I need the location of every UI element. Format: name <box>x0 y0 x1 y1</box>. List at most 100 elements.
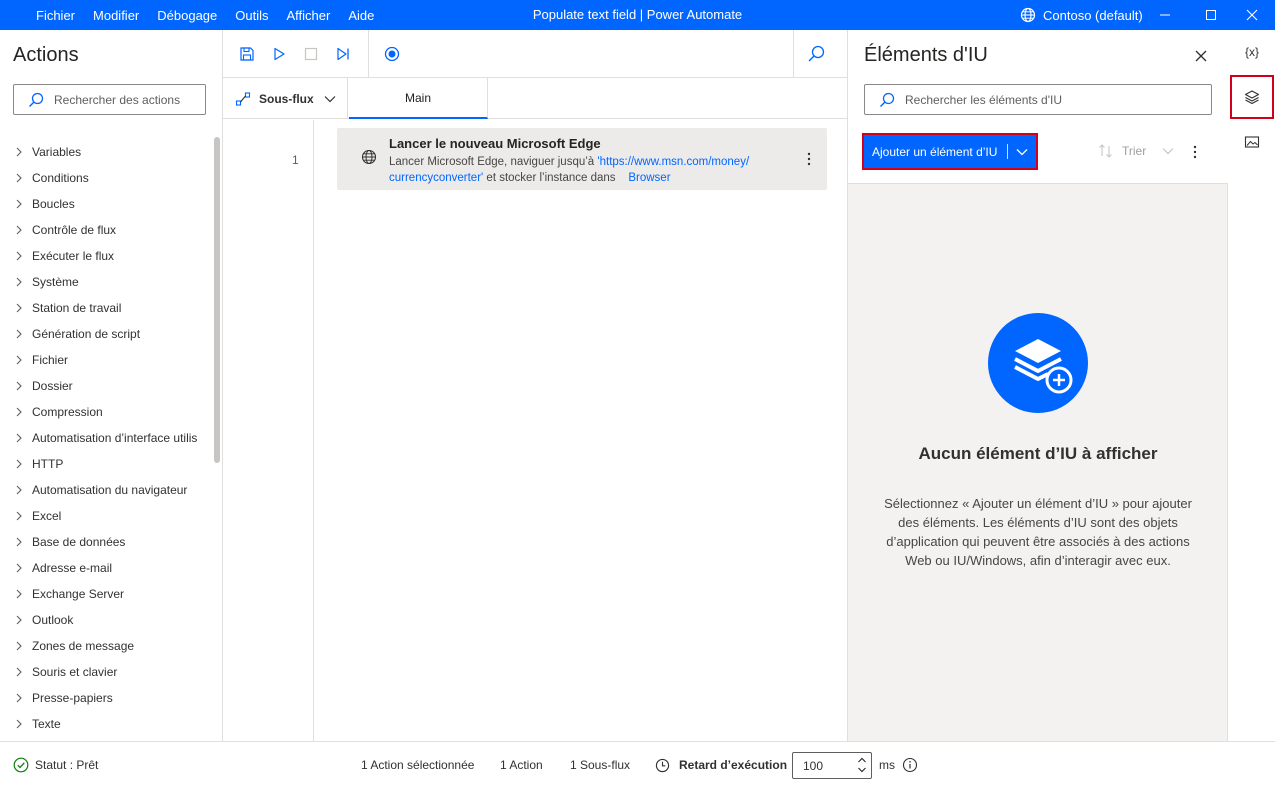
stop-button[interactable] <box>299 42 323 66</box>
variables-pane-button[interactable]: {x} <box>1230 30 1274 74</box>
action-category-item[interactable]: Boucles <box>0 191 212 217</box>
action-category-item[interactable]: Souris et clavier <box>0 659 212 685</box>
flow-editor: Sous-flux Main 1 Lancer le nouveau Micro… <box>223 30 848 741</box>
action-category-item[interactable]: HTTP <box>0 451 212 477</box>
subflows-dropdown[interactable]: Sous-flux <box>223 78 348 119</box>
action-category-item[interactable]: Génération de script <box>0 321 212 347</box>
chevron-right-icon <box>15 407 29 417</box>
action-category-label: Presse-papiers <box>32 691 113 705</box>
add-ui-element-button[interactable]: Ajouter un élément d’IU <box>862 133 1038 170</box>
action-category-item[interactable]: Automatisation d’interface utilis <box>0 425 212 451</box>
flow-status: Statut : Prêt <box>13 742 98 788</box>
run-delay-input[interactable]: 100 <box>792 752 872 779</box>
save-icon <box>240 47 254 61</box>
action-step-url-part2: currencyconverter' <box>389 172 484 184</box>
action-step-url-part1: 'https://www.msn.com/money/ <box>597 156 750 168</box>
check-circle-icon <box>13 757 29 773</box>
action-category-label: Fichier <box>32 353 69 367</box>
tab-main[interactable]: Main <box>349 78 488 119</box>
action-category-item[interactable]: Système <box>0 269 212 295</box>
action-category-item[interactable]: Conditions <box>0 165 212 191</box>
close-icon <box>1195 50 1207 62</box>
account-switcher[interactable]: Contoso (default) <box>1020 0 1143 30</box>
ui-elements-header: Éléments d'IU Rechercher les éléments d'… <box>848 30 1228 184</box>
info-icon <box>902 757 918 773</box>
action-category-item[interactable]: Contrôle de flux <box>0 217 212 243</box>
action-category-item[interactable]: Station de travail <box>0 295 212 321</box>
add-ui-element-label: Ajouter un élément d’IU <box>872 144 998 159</box>
variables-icon: {x} <box>1244 45 1259 59</box>
ui-elements-pane-button[interactable] <box>1230 75 1274 119</box>
action-category-label: Zones de message <box>32 639 135 653</box>
search-flow-button[interactable] <box>804 42 828 66</box>
run-next-action-button[interactable] <box>331 42 355 66</box>
chevron-down-icon[interactable] <box>857 765 867 775</box>
action-category-item[interactable]: Variables <box>0 139 212 165</box>
run-delay-info-button[interactable] <box>902 742 918 788</box>
ui-elements-panel: Éléments d'IU Rechercher les éléments d'… <box>848 30 1228 741</box>
action-category-label: HTTP <box>32 457 64 471</box>
status-text: Statut : Prêt <box>35 758 99 772</box>
actions-scrollbar[interactable] <box>214 137 220 463</box>
action-category-item[interactable]: Automatisation du navigateur <box>0 477 212 503</box>
search-icon <box>880 92 895 107</box>
record-button[interactable] <box>380 42 404 66</box>
action-category-item[interactable]: Base de données <box>0 529 212 555</box>
chevron-right-icon <box>15 667 29 677</box>
action-category-item[interactable]: Outlook <box>0 607 212 633</box>
action-step-card[interactable]: Lancer le nouveau Microsoft Edge Lancer … <box>337 128 827 190</box>
menu-edit[interactable]: Modifier <box>93 8 139 23</box>
chevron-up-icon[interactable] <box>857 755 867 765</box>
action-category-item[interactable]: Presse-papiers <box>0 685 212 711</box>
run-button[interactable] <box>267 42 291 66</box>
ui-elements-title: Éléments d'IU <box>864 44 988 66</box>
empty-state-layers-add-icon <box>988 313 1088 413</box>
action-category-item[interactable]: Compression <box>0 399 212 425</box>
sort-button[interactable]: Trier <box>1098 143 1182 159</box>
ui-elements-more-button[interactable] <box>1187 140 1203 164</box>
close-panel-button[interactable] <box>1191 46 1211 66</box>
chevron-right-icon <box>15 147 29 157</box>
chevron-right-icon <box>15 433 29 443</box>
action-step-more-button[interactable] <box>801 148 817 170</box>
actions-search-input[interactable]: Rechercher des actions <box>13 84 206 115</box>
step-forward-icon <box>337 47 349 61</box>
add-ui-element-dropdown[interactable] <box>1016 146 1028 158</box>
status-bar: Statut : Prêt 1 Action sélectionnée 1 Ac… <box>0 741 1275 787</box>
globe-icon <box>361 149 377 165</box>
action-category-item[interactable]: Fichier <box>0 347 212 373</box>
selected-actions-count: 1 Action sélectionnée <box>361 758 475 772</box>
ui-elements-search-placeholder: Rechercher les éléments d'IU <box>905 92 1063 107</box>
close-window-button[interactable] <box>1229 0 1275 30</box>
save-button[interactable] <box>235 42 259 66</box>
action-category-item[interactable]: Zones de message <box>0 633 212 659</box>
subflows-label: Sous-flux <box>259 91 314 106</box>
empty-state-description: Sélectionnez « Ajouter un élément d’IU »… <box>884 496 1192 568</box>
menu-help[interactable]: Aide <box>348 8 374 23</box>
sort-icon <box>1099 144 1112 158</box>
empty-state-title: Aucun élément d’IU à afficher <box>918 444 1158 463</box>
menu-tools[interactable]: Outils <box>235 8 268 23</box>
action-category-item[interactable]: Texte <box>0 711 212 737</box>
maximize-button[interactable] <box>1188 0 1234 30</box>
ui-elements-search-input[interactable]: Rechercher les éléments d'IU <box>864 84 1212 115</box>
chevron-right-icon <box>15 511 29 521</box>
action-category-item[interactable]: Dossier <box>0 373 212 399</box>
action-category-item[interactable]: Adresse e-mail <box>0 555 212 581</box>
action-category-item[interactable]: Exécuter le flux <box>0 243 212 269</box>
action-category-label: Souris et clavier <box>32 665 118 679</box>
minimize-button[interactable] <box>1142 0 1188 30</box>
action-category-item[interactable]: Excel <box>0 503 212 529</box>
action-category-item[interactable]: Exchange Server <box>0 581 212 607</box>
run-delay-label: Retard d’exécution <box>655 742 787 788</box>
images-pane-button[interactable] <box>1230 120 1274 164</box>
menu-file[interactable]: Fichier <box>36 8 75 23</box>
chevron-right-icon <box>15 459 29 469</box>
menu-debug[interactable]: Débogage <box>157 8 217 23</box>
search-icon <box>29 92 44 107</box>
menu-view[interactable]: Afficher <box>287 8 331 23</box>
run-delay-value: 100 <box>803 758 824 773</box>
run-delay-spinner[interactable] <box>857 755 867 775</box>
chevron-right-icon <box>15 173 29 183</box>
record-icon <box>384 46 400 62</box>
